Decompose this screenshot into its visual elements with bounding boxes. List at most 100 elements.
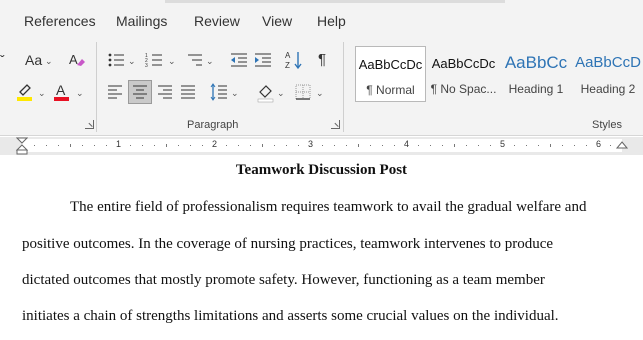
style-sample: AaBbCcD xyxy=(575,54,641,71)
ruler-dot xyxy=(586,145,587,146)
change-case-button[interactable]: Aa xyxy=(25,52,42,68)
document-page[interactable]: Teamwork Discussion Post The entire fiel… xyxy=(0,156,643,340)
ruler-dot xyxy=(526,145,527,146)
ruler-dot xyxy=(478,145,479,146)
paragraph-line[interactable]: The entire field of professionalism requ… xyxy=(70,199,586,216)
change-case-dropdown-icon[interactable]: ⌄ xyxy=(45,56,53,67)
align-center-icon[interactable] xyxy=(132,84,148,100)
ruler-dot xyxy=(142,145,143,146)
sort-icon[interactable]: A Z xyxy=(285,50,303,70)
multilevel-dropdown-icon[interactable]: ⌄ xyxy=(206,56,214,67)
decrease-indent-icon[interactable] xyxy=(230,52,248,68)
tab-help[interactable]: Help xyxy=(317,13,346,29)
tab-mailings[interactable]: Mailings xyxy=(116,13,167,29)
title-bar-edge xyxy=(165,0,505,3)
ruler-number: 4 xyxy=(404,139,410,149)
horizontal-ruler[interactable]: 1 2 3 4 5 6 xyxy=(0,137,643,155)
paragraph-dialog-launcher-icon[interactable] xyxy=(331,120,340,129)
tab-references[interactable]: References xyxy=(24,13,96,29)
ruler-dot xyxy=(322,145,323,146)
style-sample: AaBbCcDc xyxy=(431,56,496,71)
ruler-number: 2 xyxy=(212,139,218,149)
ruler-half-tick xyxy=(358,144,359,147)
highlight-dropdown-icon[interactable]: ⌄ xyxy=(38,88,46,99)
ruler-dot xyxy=(418,145,419,146)
increase-indent-icon[interactable] xyxy=(254,52,272,68)
line-spacing-dropdown-icon[interactable]: ⌄ xyxy=(231,88,239,99)
ruler-half-tick xyxy=(166,144,167,147)
ruler-dot xyxy=(154,145,155,146)
ruler-dot xyxy=(514,145,515,146)
ruler-number: 3 xyxy=(308,139,314,149)
numbering-dropdown-icon[interactable]: ⌄ xyxy=(168,56,176,67)
tab-review[interactable]: Review xyxy=(194,13,240,29)
bullets-icon[interactable] xyxy=(107,52,125,68)
align-right-icon[interactable] xyxy=(157,84,173,100)
highlight-color-bar xyxy=(17,97,32,101)
show-formatting-marks-icon[interactable]: ¶ xyxy=(318,52,326,68)
paragraph-line[interactable]: positive outcomes. In the coverage of nu… xyxy=(22,236,553,253)
style-heading-2[interactable]: AaBbCcD Heading 2 xyxy=(573,46,643,102)
ruler-dot xyxy=(82,145,83,146)
group-separator xyxy=(96,42,97,132)
style-heading-1[interactable]: AaBbCc Heading 1 xyxy=(501,46,571,102)
ruler-number: 6 xyxy=(596,139,602,149)
ruler-dot xyxy=(490,145,491,146)
multilevel-list-icon[interactable] xyxy=(186,52,204,68)
paragraph-line[interactable]: dictated outcomes that mostly promote sa… xyxy=(22,272,545,289)
ruler-dot xyxy=(370,145,371,146)
right-indent-marker-icon[interactable] xyxy=(616,140,628,152)
style-normal[interactable]: AaBbCcDc ¶ Normal xyxy=(355,46,426,102)
ruler-dot xyxy=(430,145,431,146)
document-title[interactable]: Teamwork Discussion Post xyxy=(0,162,643,179)
tab-view[interactable]: View xyxy=(262,13,292,29)
style-sample: AaBbCcDc xyxy=(358,57,423,72)
ruler-dot xyxy=(130,145,131,146)
indent-marker-icon[interactable] xyxy=(16,137,28,155)
svg-text:Z: Z xyxy=(285,61,290,70)
ruler-number: 1 xyxy=(116,139,122,149)
paragraph-group-label: Paragraph xyxy=(187,119,239,131)
align-left-icon[interactable] xyxy=(107,84,123,100)
ruler-dot xyxy=(226,145,227,146)
ruler-half-tick xyxy=(262,144,263,147)
ruler-dot xyxy=(190,145,191,146)
styles-group-label: Styles xyxy=(592,119,622,131)
ruler-dot xyxy=(58,145,59,146)
ruler-dot xyxy=(34,145,35,146)
font-dialog-launcher-icon[interactable] xyxy=(85,120,94,129)
style-name: ¶ No Spac... xyxy=(430,82,497,96)
ruler-half-tick xyxy=(70,144,71,147)
ruler-dot xyxy=(250,145,251,146)
style-no-spacing[interactable]: AaBbCcDc ¶ No Spac... xyxy=(428,46,499,102)
shading-icon[interactable] xyxy=(257,83,275,103)
ruler-dot xyxy=(382,145,383,146)
borders-dropdown-icon[interactable]: ⌄ xyxy=(316,88,324,99)
clear-formatting-icon[interactable]: A xyxy=(68,52,86,68)
ruler-dot xyxy=(298,145,299,146)
style-name: Heading 1 xyxy=(508,82,564,96)
bullets-dropdown-icon[interactable]: ⌄ xyxy=(128,56,136,67)
ribbon: ˇ Aa ⌄ A ⌄ A ⌄ ⌄ 1 2 3 ⌄ ⌄ A Z ¶ ⌄ ⌄ ⌄ P… xyxy=(0,40,643,136)
ruler-dot xyxy=(106,145,107,146)
paragraph-line[interactable]: initiates a chain of strengths limitatio… xyxy=(22,308,559,325)
ruler-dot xyxy=(238,145,239,146)
svg-text:A: A xyxy=(69,52,78,67)
font-size-arrow-icon[interactable]: ˇ xyxy=(0,52,5,68)
ruler-dot xyxy=(178,145,179,146)
ruler-dot xyxy=(346,145,347,146)
ruler-dot xyxy=(562,145,563,146)
line-spacing-icon[interactable] xyxy=(210,83,228,101)
ruler-dot xyxy=(274,145,275,146)
shading-dropdown-icon[interactable]: ⌄ xyxy=(277,88,285,99)
ruler-dot xyxy=(94,145,95,146)
ruler-half-tick xyxy=(454,144,455,147)
ruler-dot xyxy=(334,145,335,146)
text-highlight-icon[interactable] xyxy=(16,82,34,102)
numbering-icon[interactable]: 1 2 3 xyxy=(145,52,163,68)
borders-icon[interactable] xyxy=(295,84,311,100)
font-color-button[interactable]: A xyxy=(56,82,65,98)
justify-icon[interactable] xyxy=(180,84,196,100)
ruler-dot xyxy=(574,145,575,146)
font-color-dropdown-icon[interactable]: ⌄ xyxy=(76,88,84,99)
